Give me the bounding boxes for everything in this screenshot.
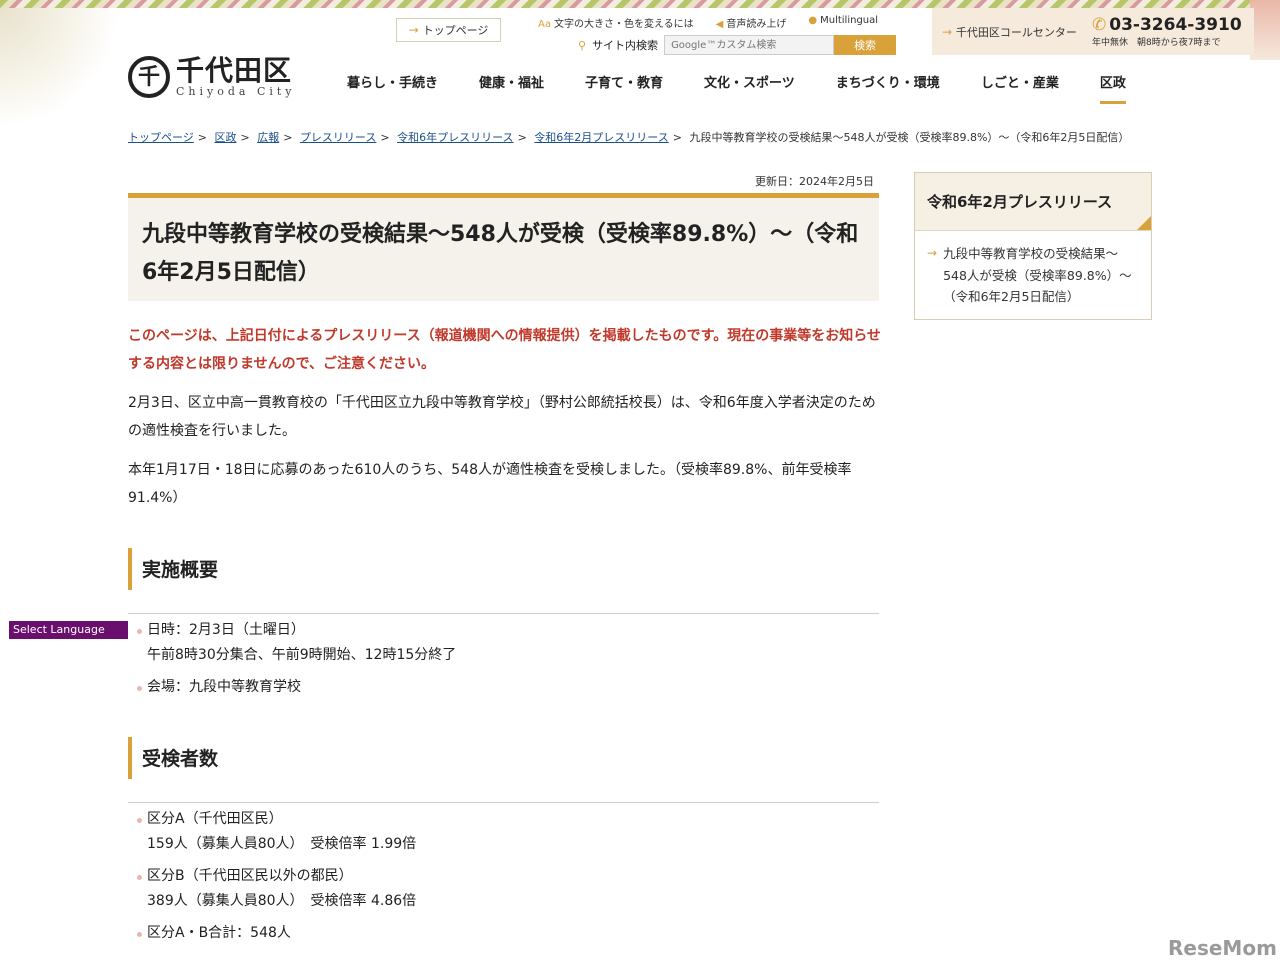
watermark-logo: ReseMom [1168,936,1277,960]
site-search: ⚲ サイト内検索 検索 [578,35,897,55]
applicants-list: 区分A（千代田区民） 159人（募集人員80人） 受検倍率 1.99倍 区分B（… [137,807,877,953]
section-heading-applicants: 受検者数 [128,737,879,803]
press-notice: このページは、上記日付によるプレスリリース（報道機関への情報提供）を掲載したもの… [128,328,881,372]
breadcrumb-sep: > [517,131,527,144]
globe-icon: ● [808,15,818,26]
section-heading-text: 受検者数 [142,748,219,770]
decorative-corner [0,8,120,128]
breadcrumb-sep: > [197,131,207,144]
call-center-label[interactable]: → 千代田区コールセンター [942,24,1092,40]
voice-reading-label: 音声読み上げ [726,19,787,30]
phone-icon: ✆ [1092,15,1107,35]
list-item-line: 区分A・B合計：548人 [147,925,291,941]
voice-reading-link[interactable]: ◀ 音声読み上げ [716,15,787,30]
search-button[interactable]: 検索 [834,35,897,55]
nav-item-living[interactable]: 暮らし・手続き [347,72,438,104]
list-item: 区分B（千代田区民以外の都民） 389人（募集人員80人） 受検倍率 4.86倍 [137,864,877,914]
nav-item-government[interactable]: 区政 [1099,72,1126,104]
decorative-top-band [0,0,1280,8]
site-logo[interactable]: 千 千代田区 Chiyoda City [128,56,296,98]
global-nav: 暮らし・手続き 健康・福祉 子育て・教育 文化・スポーツ まちづくり・環境 しご… [347,72,1126,104]
sidebar-link-text: 九段中等教育学校の受検結果〜548人が受検（受検率89.8%）〜（令和6年2月5… [943,246,1132,304]
list-item-line: 午前8時30分集合、午前9時開始、12時15分終了 [147,647,457,663]
list-item-line: 日時：2月3日（土曜日） [147,622,305,638]
updated-date: 更新日：2024年2月5日 [755,175,874,188]
breadcrumb-link[interactable]: 広報 [257,131,279,144]
nav-item-town[interactable]: まちづくり・環境 [836,72,940,104]
section-heading-text: 実施概要 [142,559,219,581]
logo-name: 千代田区 [176,54,293,87]
search-icon: ⚲ [578,38,587,52]
list-item-line: 159人（募集人員80人） 受検倍率 1.99倍 [147,836,417,852]
top-page-label: トップページ [422,24,489,37]
overview-list: 日時：2月3日（土曜日） 午前8時30分集合、午前9時開始、12時15分終了 会… [137,618,877,707]
breadcrumb-link[interactable]: プレスリリース [300,131,376,144]
top-page-button[interactable]: → トップページ [396,18,501,42]
call-hours: 年中無休 朝8時から夜7時まで [1092,38,1221,48]
call-center-box: → 千代田区コールセンター ✆ 03-3264-3910 年中無休 朝8時から夜7… [932,8,1254,55]
arrow-right-icon: → [408,23,419,37]
breadcrumb-link[interactable]: 区政 [215,131,237,144]
nav-item-culture[interactable]: 文化・スポーツ [704,72,795,104]
page-title: 九段中等教育学校の受検結果〜548人が受検（受検率89.8%）〜（令和6年2月5… [142,222,859,285]
page-title-box: 九段中等教育学校の受検結果〜548人が受検（受検率89.8%）〜（令和6年2月5… [128,193,879,301]
multilingual-label: Multilingual [820,15,879,26]
arrow-right-icon: → [942,24,956,39]
sidebar-heading: 令和6年2月プレスリリース [915,173,1151,231]
select-language-button[interactable]: Select Language [9,621,128,639]
breadcrumb-current: 九段中等教育学校の受検結果〜548人が受検（受検率89.8%）〜（令和6年2月5… [689,131,1130,144]
logo-text: 千代田区 Chiyoda City [176,54,296,99]
nav-item-health[interactable]: 健康・福祉 [479,72,544,104]
list-item: 会場：九段中等教育学校 [137,675,877,700]
body-paragraph: 本年1月17日・18日に応募のあった610人のうち、548人が適性検査を受検しま… [128,462,852,506]
nav-item-childcare[interactable]: 子育て・教育 [585,72,663,104]
search-label: サイト内検索 [592,39,659,52]
call-center-info: ✆ 03-3264-3910 年中無休 朝8時から夜7時まで [1092,15,1242,48]
speaker-icon: ◀ [715,19,724,30]
font-size-label: 文字の大きさ・色を変えるには [553,19,694,30]
section-heading-overview: 実施概要 [128,548,879,614]
list-item-line: 区分A（千代田区民） [147,811,283,827]
utility-links: Aa 文字の大きさ・色を変えるには ◀ 音声読み上げ ● Multilingual [538,15,878,30]
list-item: 区分A・B合計：548人 [137,921,877,946]
breadcrumb-link[interactable]: トップページ [128,131,194,144]
breadcrumb: トップページ > 区政 > 広報 > プレスリリース > 令和6年プレスリリース > 令和… [128,128,1148,147]
breadcrumb-link[interactable]: 令和6年プレスリリース [397,131,513,144]
list-item: 日時：2月3日（土曜日） 午前8時30分集合、午前9時開始、12時15分終了 [137,618,877,668]
font-size-link[interactable]: Aa 文字の大きさ・色を変えるには [538,15,694,30]
arrow-right-icon: → [927,246,938,260]
breadcrumb-link[interactable]: 令和6年2月プレスリリース [534,131,668,144]
font-size-icon: Aa [538,19,551,30]
list-item-line: 区分B（千代田区民以外の都民） [147,868,353,884]
sidebar-link[interactable]: → 九段中等教育学校の受検結果〜548人が受検（受検率89.8%）〜（令和6年2… [915,231,1151,308]
list-item-line: 389人（募集人員80人） 受検倍率 4.86倍 [147,893,417,909]
call-phone: ✆ 03-3264-3910 [1092,15,1242,35]
breadcrumb-sep: > [240,131,250,144]
list-item: 区分A（千代田区民） 159人（募集人員80人） 受検倍率 1.99倍 [137,807,877,857]
decorative-right-pattern [1250,0,1280,60]
body-paragraph: 2月3日、区立中高一貫教育校の「千代田区立九段中等教育学校」（野村公郎統括校長）… [128,395,876,439]
logo-english: Chiyoda City [176,85,296,99]
breadcrumb-sep: > [283,131,293,144]
nav-item-work[interactable]: しごと・産業 [981,72,1059,104]
list-item-line: 会場：九段中等教育学校 [147,679,301,695]
breadcrumb-sep: > [672,131,682,144]
sidebar-box: 令和6年2月プレスリリース → 九段中等教育学校の受検結果〜548人が受検（受検… [914,172,1152,320]
call-center-text: 千代田区コールセンター [955,25,1077,39]
search-input[interactable] [664,35,835,55]
breadcrumb-sep: > [380,131,390,144]
call-phone-number: 03-3264-3910 [1109,15,1242,35]
multilingual-link[interactable]: ● Multilingual [808,15,878,30]
logo-mark-icon: 千 [128,56,170,99]
